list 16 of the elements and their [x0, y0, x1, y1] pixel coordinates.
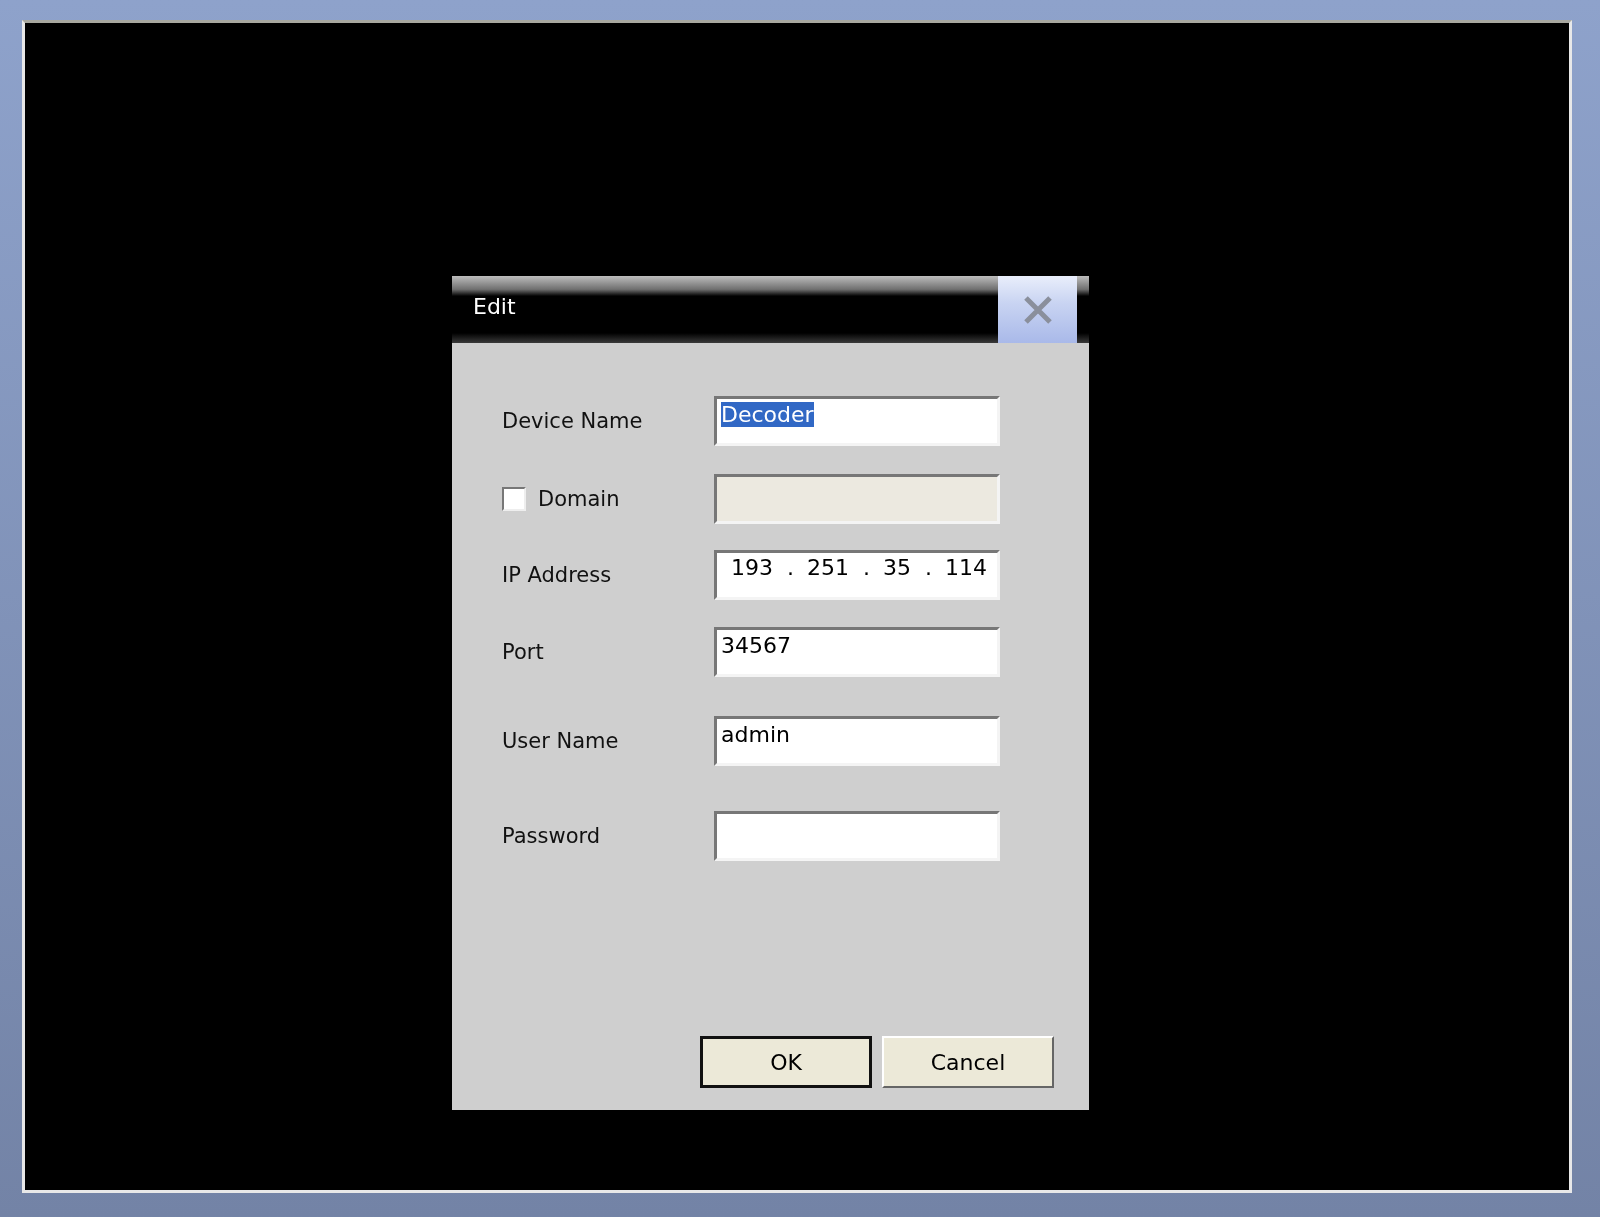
dialog-button[interactable]: Cancel [882, 1036, 1054, 1088]
input-field[interactable]: 34567 [714, 627, 1000, 677]
input-field[interactable]: admin [714, 716, 1000, 766]
field-label: Password [502, 824, 602, 848]
field-label: IP Address [502, 563, 613, 587]
dialog-title: Edit [472, 293, 517, 321]
field-label: Device Name [502, 409, 644, 433]
dialog-button[interactable]: OK [700, 1036, 872, 1088]
field-label: Port [502, 640, 545, 664]
password-field[interactable] [714, 811, 1000, 861]
input-field[interactable]: Decoder [714, 396, 1000, 446]
field-label: User Name [502, 729, 620, 753]
close-button[interactable] [998, 276, 1077, 343]
ip-address-field[interactable]: 193 . 251 . 35 . 114 [714, 550, 1000, 600]
close-icon [1022, 294, 1053, 325]
checkbox-label: Domain [538, 487, 620, 511]
